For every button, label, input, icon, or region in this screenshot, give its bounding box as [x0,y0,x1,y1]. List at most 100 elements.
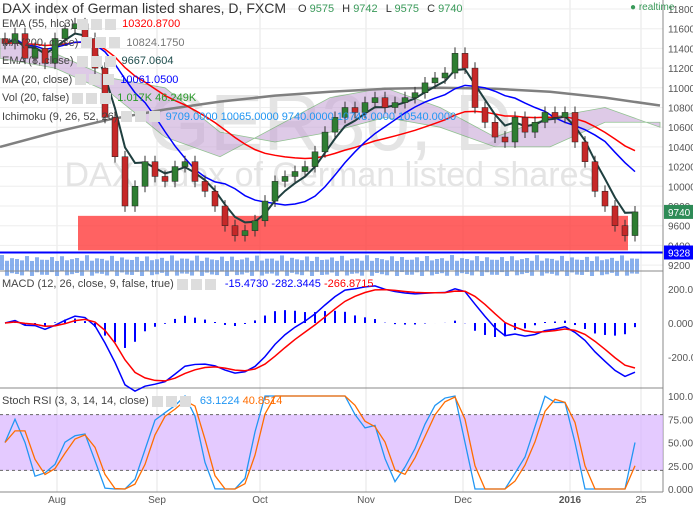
indicator-legend[interactable]: MA (20, close) 10061.0500 [2,74,178,87]
time-tick-label: Sep [148,495,166,506]
volume-bar [250,260,254,276]
candle-body [411,92,419,98]
ohlc-readout: O 9575 H 9742 L 9575 C 9740 [298,3,468,15]
candle-body [311,151,319,167]
close-icon[interactable] [105,18,117,30]
close-icon[interactable] [104,55,116,67]
volume-bar [315,256,319,272]
volume-bar [175,260,179,276]
indicator-legend[interactable]: MA (200, close) 10824.1750 [2,37,185,50]
close-icon[interactable] [109,37,121,49]
volume-bar [345,260,349,276]
macd-signal-value: -266.8715 [323,278,374,290]
volume-bar [20,260,24,276]
indicator-values: 1.017K 46.249K [117,92,197,104]
gear-icon[interactable] [89,74,101,86]
indicator-values: 10824.1750 [126,36,185,49]
stoch-d-value: 40.8514 [242,395,283,407]
eye-icon[interactable] [76,55,88,67]
candle-body [431,77,439,84]
volume-bar [135,256,139,272]
candle-body [591,161,599,192]
gear-icon[interactable] [134,111,146,123]
stoch-tick-label: 75.0000 [668,415,693,426]
indicator-legend[interactable]: EMA (55, hlc3) 10320.8700 [2,18,180,31]
gear-icon[interactable] [165,395,177,407]
eye-icon[interactable] [151,395,163,407]
volume-bar [70,259,74,275]
candle-body [251,220,259,231]
candle-body [231,225,239,236]
gear-icon[interactable] [190,278,202,290]
candle-body [451,53,459,74]
candle-body [471,67,479,108]
eye-icon[interactable] [77,18,89,30]
volume-bar [285,260,289,276]
candle-body [601,190,609,207]
eye-icon[interactable] [81,37,93,49]
volume-bar [255,255,259,271]
eye-icon[interactable] [75,74,87,86]
gear-icon[interactable] [95,37,107,49]
open-value: 9575 [309,3,335,15]
volume-bar [430,260,434,276]
close-icon[interactable] [103,74,115,86]
close-icon[interactable] [179,395,191,407]
stoch-band [0,414,663,471]
price-tick-label: 10200 [668,163,693,174]
volume-bar [35,257,39,273]
indicator-legend[interactable]: Vol (20, false) 1.017K 46.249K [2,92,196,105]
indicator-legend[interactable]: EMA (8, close) 9667.0604 [2,55,174,68]
volume-bar [455,260,459,276]
stoch-label: Stoch RSI (3, 3, 14, 14, close) [2,395,149,407]
eye-icon[interactable] [120,111,132,123]
indicator-label: EMA (8, close) [2,55,74,67]
candle-body [281,176,289,182]
volume-bar [130,259,134,275]
candle-body [161,176,169,182]
volume-bar [470,260,474,276]
indicator-label: EMA (55, hlc3) [2,18,75,30]
volume-bar [40,259,44,275]
price-tick-label: 9600 [668,222,691,233]
macd-label: MACD (12, 26, close, 9, false, true) [2,278,174,290]
close-icon[interactable] [148,111,160,123]
stoch-legend[interactable]: Stoch RSI (3, 3, 14, 14, close) 63.1224 … [2,395,282,408]
volume-bar [360,260,364,276]
stoch-tick-label: 50.0000 [668,439,693,450]
volume-bar [535,255,539,271]
eye-icon[interactable] [176,278,188,290]
gear-icon[interactable] [90,55,102,67]
macd-signal-line [4,288,636,382]
volume-bar [280,255,284,271]
close-label: C [427,3,436,15]
high-label: H [342,3,351,15]
gear-icon[interactable] [91,18,103,30]
volume-bar [555,260,559,276]
macd-legend[interactable]: MACD (12, 26, close, 9, false, true) -15… [2,278,374,291]
candle-body [391,102,399,108]
volume-bar [615,260,619,276]
volume-bar [0,255,4,270]
chart-title: DAX index of German listed shares, D, FX… [2,0,286,16]
close-icon[interactable] [204,278,216,290]
open-label: O [298,3,307,15]
candle-body [291,171,299,177]
volume-bar [230,256,234,272]
price-tick-label: 10800 [668,104,693,115]
volume-bar [300,260,304,276]
gear-icon[interactable] [86,92,98,104]
candle-body [121,156,129,207]
candle-body [521,117,529,133]
candle-body [221,205,229,226]
macd-tick-label: 0.0000 [668,319,693,330]
indicator-label: Vol (20, false) [2,92,70,104]
indicator-legend[interactable]: Ichimoku (9, 26, 52, 26) 9709.0000 10065.… [2,111,456,124]
candle-body [481,107,489,123]
volume-bar [585,256,589,272]
candle-body [581,141,589,162]
eye-icon[interactable] [72,92,84,104]
volume-bar [560,255,564,271]
time-tick-label: 2016 [559,495,582,506]
close-icon[interactable] [100,92,112,104]
